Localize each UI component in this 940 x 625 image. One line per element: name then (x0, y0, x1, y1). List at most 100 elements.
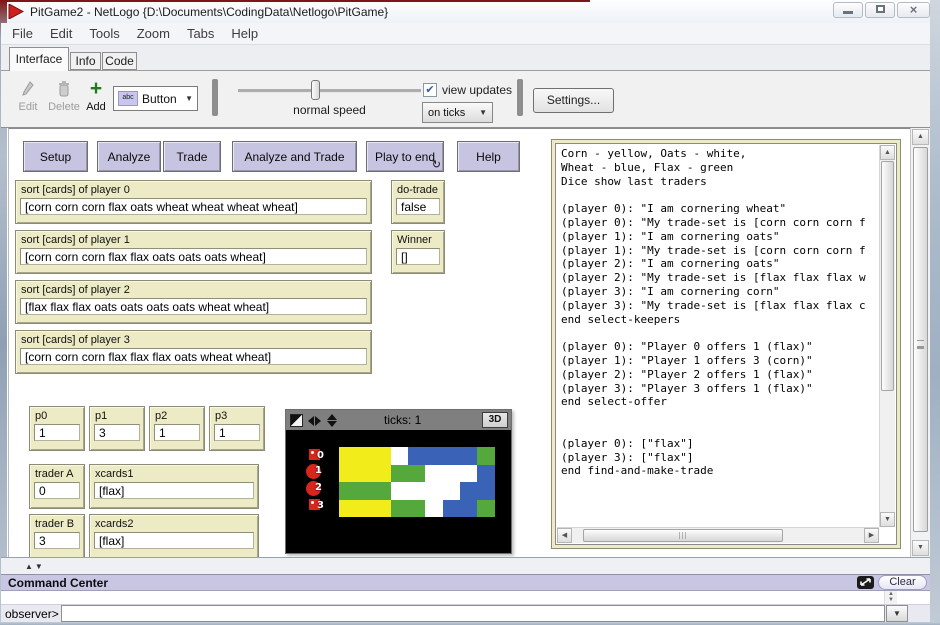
toolbar-separator (517, 79, 523, 116)
splitter-arrows-icon: ▲▼ (25, 562, 45, 571)
analyze-and-trade-button[interactable]: Analyze and Trade (232, 141, 357, 172)
edit-label: Edit (19, 101, 38, 113)
monitor-value: [corn corn corn flax flax oats oats oats… (20, 248, 367, 265)
patch-yellow (339, 500, 356, 518)
patch-green (477, 500, 494, 518)
scrollbar-thumb[interactable] (913, 147, 928, 532)
delete-button[interactable]: Delete (45, 80, 83, 113)
main-vertical-scrollbar[interactable]: ▲ ▼ (910, 128, 930, 557)
resize-corner-icon (290, 414, 303, 427)
scrollbar-thumb[interactable]: ||| (583, 529, 783, 542)
detach-button[interactable] (857, 576, 874, 589)
scroll-right-icon[interactable]: ▶ (864, 528, 879, 543)
turtle-die-3: 3 (309, 499, 320, 510)
monitor-p0: p01 (29, 406, 85, 451)
monitor-value: [corn corn corn flax flax flax oats whea… (20, 348, 367, 365)
menu-zoom[interactable]: Zoom (137, 26, 170, 41)
patch-green (408, 500, 425, 518)
menu-tools[interactable]: Tools (89, 26, 119, 41)
monitor-label: sort [cards] of player 0 (16, 181, 371, 197)
monitor-value: 0 (34, 482, 80, 499)
view-3d-button[interactable]: 3D (482, 412, 508, 428)
turtle-label: 2 (315, 482, 322, 493)
patch-white (391, 447, 408, 465)
menu-tabs[interactable]: Tabs (187, 26, 214, 41)
menu-edit[interactable]: Edit (50, 26, 72, 41)
command-output-scrollbar[interactable]: ▲▼ (884, 591, 897, 604)
monitor-value: [flax flax flax oats oats oats oats whea… (20, 298, 367, 315)
monitor-p1: p13 (89, 406, 145, 451)
menu-help[interactable]: Help (231, 26, 258, 41)
monitor-p2: p21 (149, 406, 205, 451)
patch-green (477, 447, 494, 465)
patch-yellow (374, 465, 391, 483)
netlogo-app-icon (8, 4, 24, 19)
command-input[interactable] (61, 605, 885, 622)
world-view[interactable]: 0123 (286, 430, 511, 553)
patch-blue (408, 447, 425, 465)
scroll-down-icon[interactable]: ▼ (880, 512, 895, 527)
analyze-button[interactable]: Analyze (97, 141, 161, 172)
output-inner: Corn - yellow, Oats - white, Wheat - blu… (555, 143, 897, 545)
speed-slider-thumb[interactable] (311, 80, 320, 100)
command-history-dropdown[interactable]: ▼ (886, 605, 908, 622)
window-edge (0, 0, 590, 2)
forever-icon: ↻ (432, 158, 441, 171)
widget-type-value: Button (142, 92, 181, 106)
patch-yellow (374, 447, 391, 465)
button-widget-icon: abc (118, 91, 138, 106)
edit-button[interactable]: Edit (13, 80, 43, 113)
toolbar: Edit Delete + Add abc Button ▼ normal sp… (1, 70, 930, 128)
widget-type-dropdown[interactable]: abc Button ▼ (113, 86, 198, 111)
scroll-up-icon[interactable]: ▲ (880, 145, 895, 160)
monitor-winner: Winner [] (391, 230, 445, 274)
maximize-button[interactable] (865, 2, 895, 18)
tab-code[interactable]: Code (102, 52, 137, 70)
output-vertical-scrollbar[interactable]: ▲ ▼ (879, 145, 895, 527)
help-button[interactable]: Help (457, 141, 520, 172)
scroll-down-icon[interactable]: ▼ (912, 540, 929, 556)
tab-interface[interactable]: Interface (9, 47, 69, 71)
monitor-label: p0 (30, 407, 84, 423)
monitor-value: false (396, 198, 440, 215)
patch-yellow (356, 447, 373, 465)
window-title: PitGame2 - NetLogo {D:\Documents\CodingD… (30, 5, 388, 19)
monitor-value: 1 (214, 424, 260, 441)
patch-blue (443, 500, 460, 518)
scroll-left-icon[interactable]: ◀ (557, 528, 572, 543)
maximize-icon (876, 5, 885, 13)
vertical-arrows-icon (326, 414, 339, 427)
patch-yellow (339, 465, 356, 483)
play-to-end-button[interactable]: Play to end ↻ (366, 141, 444, 172)
clear-button[interactable]: Clear (878, 575, 927, 590)
patch-white (425, 482, 442, 500)
view-updates-checkbox[interactable]: ✔ (423, 83, 437, 97)
patch-white (443, 465, 460, 483)
patch-blue (425, 447, 442, 465)
speed-slider-label: normal speed (238, 103, 421, 117)
update-mode-dropdown[interactable]: on ticks ▼ (422, 102, 493, 123)
monitor-label: do-trade (392, 181, 444, 197)
scroll-up-icon[interactable]: ▲ (912, 129, 929, 145)
trade-button[interactable]: Trade (163, 141, 221, 172)
menu-file[interactable]: File (12, 26, 33, 41)
monitor-trader-a: trader A 0 (29, 464, 85, 509)
command-center-splitter[interactable]: ▲▼ (1, 557, 930, 574)
monitor-do-trade: do-trade false (391, 180, 445, 224)
patch-yellow (356, 465, 373, 483)
output-horizontal-scrollbar[interactable]: ◀ ||| ▶ (557, 527, 879, 543)
monitor-player-cards-0: sort [cards] of player 0[corn corn corn … (15, 180, 372, 224)
monitor-label: p1 (90, 407, 144, 423)
monitor-player-cards-1: sort [cards] of player 1[corn corn corn … (15, 230, 372, 274)
scrollbar-thumb[interactable] (881, 161, 894, 391)
setup-button[interactable]: Setup (23, 141, 88, 172)
settings-button[interactable]: Settings... (533, 88, 614, 113)
speed-slider-track[interactable] (238, 89, 421, 93)
close-button[interactable]: × (897, 2, 930, 18)
delete-label: Delete (48, 101, 80, 113)
add-button[interactable]: + Add (83, 80, 109, 113)
command-input-row: observer> ▼ (1, 605, 930, 622)
minimize-button[interactable] (833, 2, 863, 18)
monitor-xcards1: xcards1 [flax] (89, 464, 259, 509)
tab-info[interactable]: Info (70, 52, 101, 70)
